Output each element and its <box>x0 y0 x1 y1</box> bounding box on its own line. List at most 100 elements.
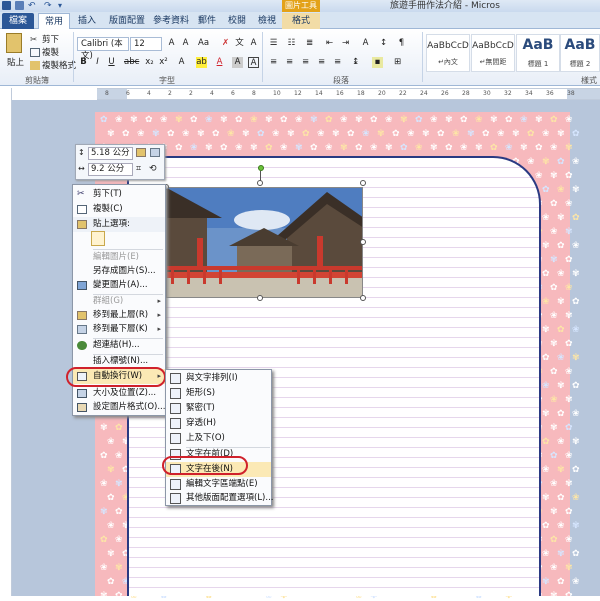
copy-button[interactable]: 複製 <box>30 46 59 58</box>
sort-icon[interactable]: ↕ <box>378 38 389 49</box>
format-painter-button[interactable]: 複製格式 <box>30 59 76 71</box>
width-spinner[interactable]: 9.2 公分 <box>88 163 133 176</box>
menu-item-hyperlink[interactable]: 超連結(H)... <box>73 338 165 353</box>
flower-decoration: ✿ <box>370 115 378 125</box>
highlight-icon[interactable]: ab <box>196 57 207 68</box>
increase-indent-icon[interactable]: ⇥ <box>340 38 351 49</box>
font-size-dropdown[interactable]: 12 <box>130 37 162 51</box>
align-right-icon[interactable]: ≡ <box>300 57 311 68</box>
style-heading-1[interactable]: AaB 標題 1 <box>516 34 560 72</box>
menu-item-send-to-back[interactable]: 移到最下層(K) ▸ <box>73 322 165 337</box>
wrap-tight[interactable]: 緊密(T) <box>166 401 271 416</box>
send-back-icon[interactable] <box>150 148 160 157</box>
flower-decoration: ✾ <box>565 143 573 153</box>
phonetic-guide-icon[interactable]: 文 <box>234 38 245 49</box>
wrap-through[interactable]: 穿透(H) <box>166 416 271 431</box>
flower-decoration: ✿ <box>235 115 243 125</box>
clear-format-icon[interactable]: ✗ <box>220 38 231 49</box>
flower-decoration: ✿ <box>167 129 175 139</box>
flower-decoration: ❀ <box>572 241 580 251</box>
paste-icon[interactable] <box>6 33 22 53</box>
tab-mailings[interactable]: 郵件 <box>192 13 222 29</box>
style-no-spacing[interactable]: AaBbCcD ↵無間距 <box>471 34 515 72</box>
tab-insert[interactable]: 插入 <box>72 13 102 29</box>
tab-file[interactable]: 檔案 <box>2 13 34 29</box>
shading-icon[interactable]: ▪ <box>372 57 383 68</box>
enclose-char-icon[interactable]: A <box>248 38 259 49</box>
tab-format[interactable]: 格式 <box>282 13 320 29</box>
paste-keep-formatting-icon[interactable] <box>91 231 105 246</box>
undo-icon[interactable]: ↶ <box>28 0 36 12</box>
style-heading-2[interactable]: AaB 標題 2 <box>560 34 600 72</box>
rotate-icon[interactable]: ⟲ <box>149 164 157 174</box>
show-marks-icon[interactable]: ¶ <box>396 38 407 49</box>
grow-font-icon[interactable]: A <box>166 38 177 49</box>
font-name-dropdown[interactable]: Calibri (本文) <box>77 37 129 61</box>
tab-review[interactable]: 校閱 <box>222 13 252 29</box>
save-icon[interactable] <box>15 1 24 10</box>
flower-decoration: ✾ <box>535 115 543 125</box>
font-color-icon[interactable]: A <box>214 57 225 68</box>
borders-icon[interactable]: ⊞ <box>392 57 403 68</box>
multilevel-list-icon[interactable]: ≣ <box>304 38 315 49</box>
align-left-icon[interactable]: ≡ <box>268 57 279 68</box>
distributed-icon[interactable]: ≡ <box>332 57 343 68</box>
tab-page-layout[interactable]: 版面配置 <box>104 13 150 29</box>
bring-front-icon[interactable] <box>136 148 146 157</box>
paste-button[interactable]: 貼上 <box>7 56 24 68</box>
flower-decoration: ❀ <box>565 115 573 125</box>
menu-item-size-position[interactable]: 大小及位置(Z)... <box>73 386 165 401</box>
menu-item-bring-to-front[interactable]: 移到最上層(R) ▸ <box>73 308 165 323</box>
align-center-icon[interactable]: ≡ <box>284 57 295 68</box>
resize-handle[interactable] <box>360 295 366 301</box>
strikethrough-icon[interactable]: abc <box>124 57 139 68</box>
underline-icon[interactable]: U <box>106 57 117 68</box>
numbering-icon[interactable]: ☷ <box>286 38 297 49</box>
line-spacing-icon[interactable]: ↨ <box>350 57 361 68</box>
resize-handle[interactable] <box>360 239 366 245</box>
wrap-more-layout-options[interactable]: 其他版面配置選項(L)... <box>166 491 273 506</box>
redo-icon[interactable]: ↷ <box>44 0 52 12</box>
char-border-icon[interactable]: A <box>248 57 259 68</box>
flower-decoration: ✿ <box>355 143 363 153</box>
char-shading-icon[interactable]: A <box>232 57 243 68</box>
bold-icon[interactable]: B <box>78 57 89 68</box>
horizontal-ruler[interactable]: 8 6 4 2 2 4 6 8 10 12 14 16 18 20 22 24 26 28 30 32 34 36 38 <box>97 88 600 100</box>
cut-button[interactable]: ✂ 剪下 <box>30 33 59 45</box>
resize-handle[interactable] <box>360 180 366 186</box>
menu-item-paste-options[interactable]: 貼上選項: <box>73 217 165 232</box>
italic-icon[interactable]: I <box>92 57 103 68</box>
menu-item-change-picture[interactable]: 變更圖片(A)... <box>73 278 165 293</box>
format-picture-icon <box>77 403 87 412</box>
ruler-number: 24 <box>420 90 428 97</box>
menu-item-save-as-picture[interactable]: 另存成圖片(S)... <box>73 264 165 279</box>
menu-item-format-picture[interactable]: 設定圖片格式(O)... <box>73 400 165 415</box>
chinese-layout-icon[interactable]: A <box>360 38 371 49</box>
tab-view[interactable]: 檢視 <box>252 13 282 29</box>
customize-icon[interactable]: ▾ <box>58 0 62 12</box>
style-normal[interactable]: AaBbCcD ↵內文 <box>426 34 470 72</box>
menu-item-copy[interactable]: 複製(C) <box>73 202 165 217</box>
menu-item-cut[interactable]: ✂ 剪下(T) <box>73 187 165 202</box>
subscript-icon[interactable]: x₂ <box>144 57 155 68</box>
wrap-inline[interactable]: 與文字排列(I) <box>166 371 271 386</box>
wrap-top-bottom[interactable]: 上及下(O) <box>166 431 271 446</box>
height-spinner[interactable]: 5.18 公分 <box>88 147 133 160</box>
crop-icon[interactable]: ⌗ <box>136 164 141 174</box>
vertical-ruler[interactable] <box>0 88 12 596</box>
resize-handle[interactable] <box>257 295 263 301</box>
decrease-indent-icon[interactable]: ⇤ <box>324 38 335 49</box>
shrink-font-icon[interactable]: A <box>180 38 191 49</box>
tab-references[interactable]: 參考資料 <box>148 13 194 29</box>
change-case-icon[interactable]: Aa <box>198 38 209 49</box>
wrap-edit-points[interactable]: 編輯文字區端點(E) <box>166 477 271 492</box>
flower-decoration: ✾ <box>490 115 498 125</box>
justify-icon[interactable]: ≡ <box>316 57 327 68</box>
superscript-icon[interactable]: x² <box>158 57 169 68</box>
text-effects-icon[interactable]: A <box>176 57 187 68</box>
wrap-square[interactable]: 矩形(S) <box>166 386 271 401</box>
bullets-icon[interactable]: ☰ <box>268 38 279 49</box>
rotate-handle[interactable] <box>258 165 264 171</box>
tab-home[interactable]: 常用 <box>38 13 70 29</box>
inserted-photo[interactable] <box>166 187 363 298</box>
